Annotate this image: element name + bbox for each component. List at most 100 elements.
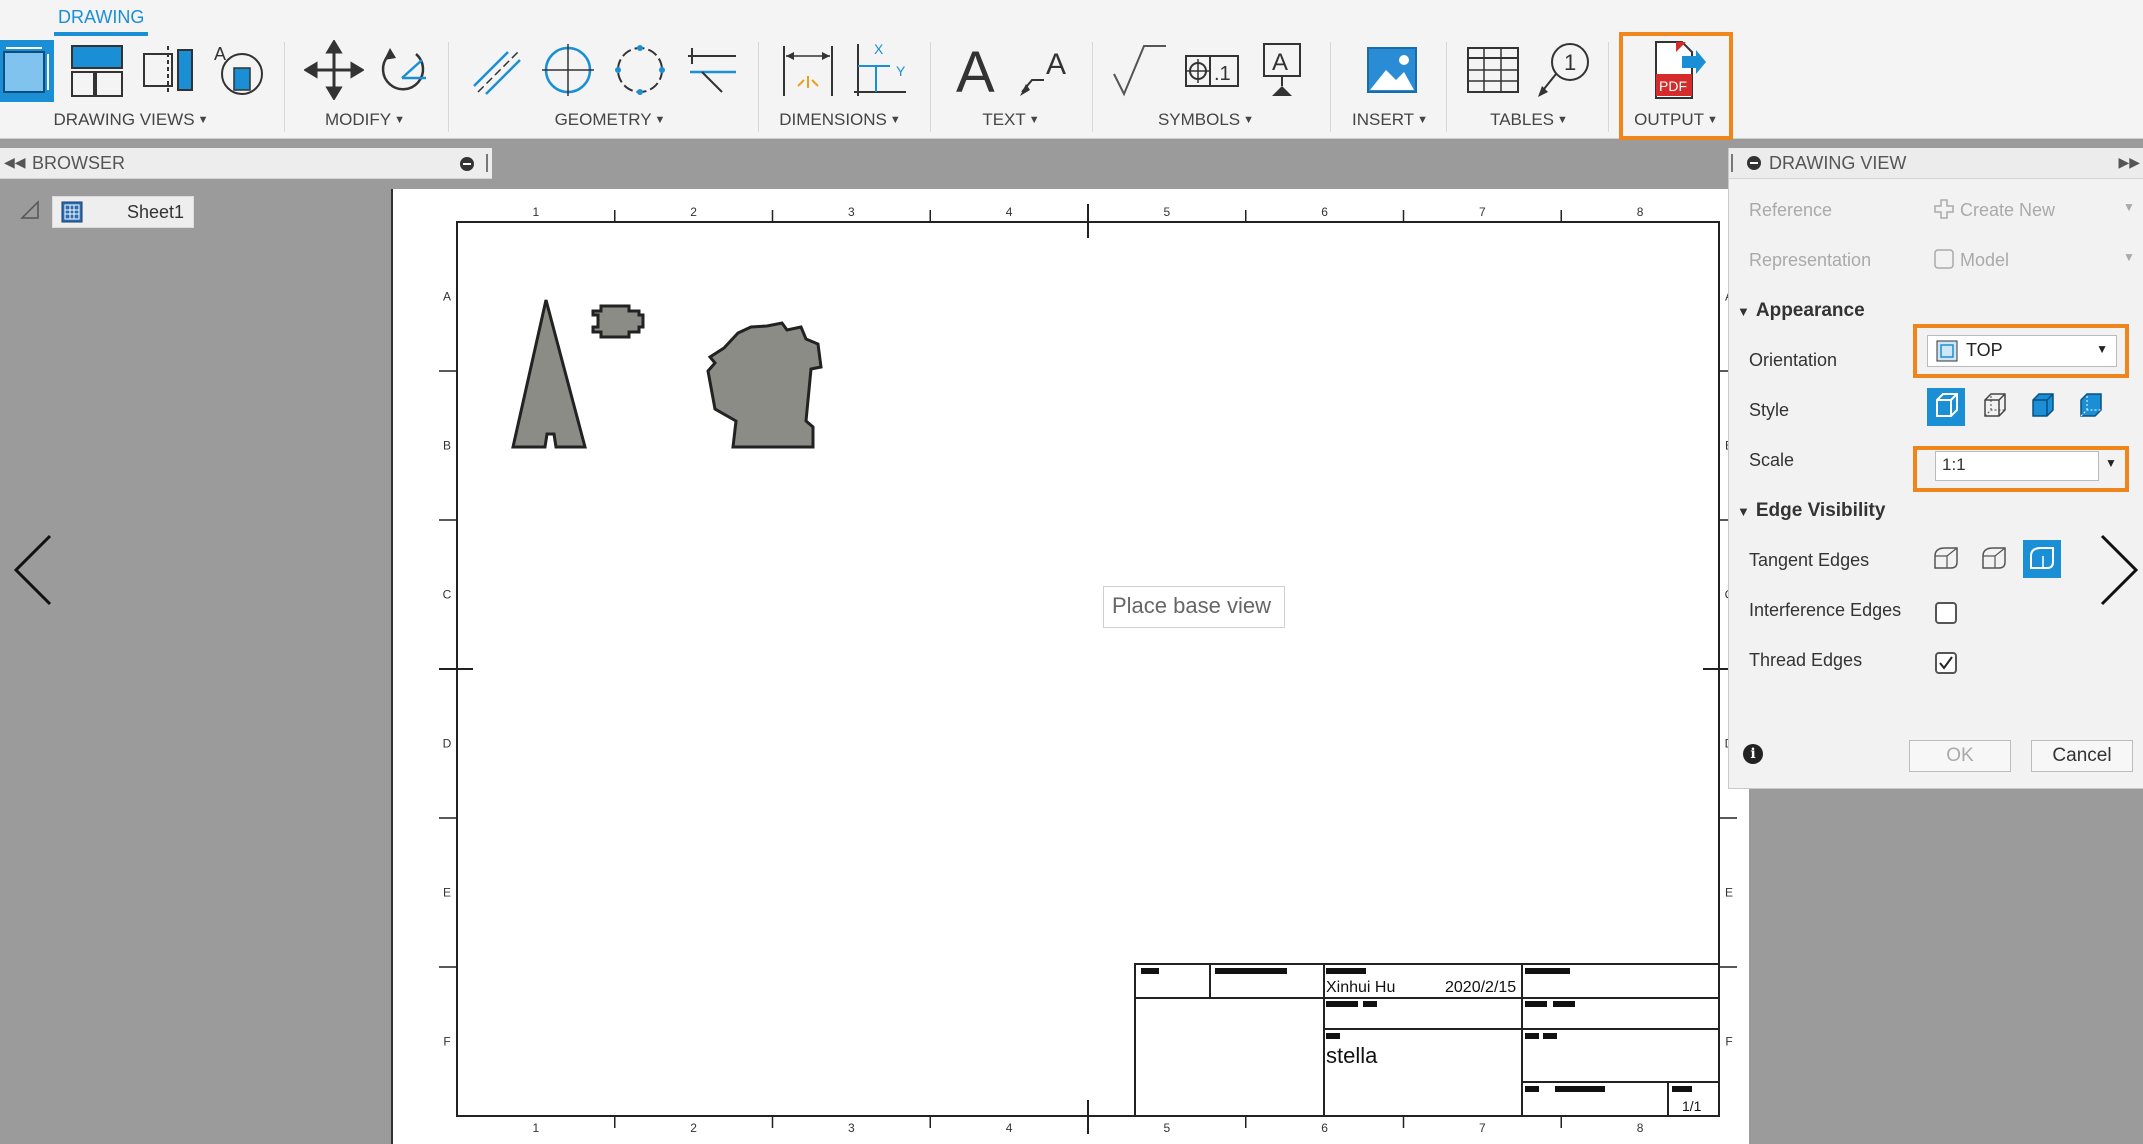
drawing-views-label[interactable]: DRAWING VIEWS ▼ (0, 110, 262, 130)
insert-text: INSERT (1352, 110, 1415, 129)
row-label: D (443, 737, 452, 751)
tangent-edges-full-icon (1982, 547, 2006, 569)
interference-edges-checkbox[interactable] (1935, 602, 1957, 624)
triangle-part[interactable] (511, 299, 587, 449)
pentagon-part[interactable] (706, 321, 823, 449)
edge-visibility-section[interactable]: ▼ Edge Visibility (1737, 500, 1885, 522)
tangent-edges-foreshortened-button[interactable] (2023, 540, 2061, 578)
orientation-label: Orientation (1749, 350, 1838, 370)
chevron-down-icon: ▼ (1243, 114, 1255, 126)
move-icon[interactable] (303, 39, 365, 101)
symbols-label[interactable]: SYMBOLS ▼ (1106, 110, 1306, 130)
row-label: E (1725, 886, 1733, 900)
sheet-chip[interactable]: Sheet1 (52, 196, 194, 228)
datum-identifier-icon[interactable]: A (1252, 40, 1312, 100)
dimensions-label[interactable]: DIMENSIONS ▼ (768, 110, 912, 130)
insert-label[interactable]: INSERT ▼ (1340, 110, 1440, 130)
insert-image-icon[interactable] (1362, 40, 1422, 100)
visible-edges-style-button[interactable] (1927, 388, 1965, 426)
modify-label[interactable]: MODIFY ▼ (296, 110, 434, 130)
reference-label: Reference (1749, 200, 1833, 220)
column-label: 1 (533, 1121, 540, 1135)
leader-text-icon[interactable]: A (1016, 40, 1076, 100)
center-mark-pattern-icon[interactable] (610, 40, 670, 100)
edge-extension-icon[interactable] (682, 40, 742, 100)
info-icon[interactable]: i (1743, 744, 1763, 764)
shaded-hidden-style-button[interactable] (2071, 388, 2109, 426)
shaded-icon (2032, 393, 2054, 417)
chevron-down-icon: ▼ (1028, 114, 1040, 126)
tangent-edges-label: Tangent Edges (1749, 550, 1870, 570)
ribbon-divider (1330, 42, 1331, 132)
tangent-edges-full-button[interactable] (1975, 540, 2013, 578)
feature-control-frame-icon[interactable]: .1 (1182, 40, 1242, 100)
text-icon[interactable]: A (948, 40, 1008, 105)
sheet-icon (61, 201, 83, 223)
column-label: 8 (1637, 205, 1644, 219)
hidden-edges-style-button[interactable] (1975, 388, 2013, 426)
model-icon (1934, 249, 1954, 269)
collapse-right-icon[interactable]: ▶▶ (2118, 154, 2140, 171)
geometry-label[interactable]: GEOMETRY ▼ (460, 110, 760, 130)
next-arrow-icon[interactable] (2086, 530, 2143, 610)
rotate-icon[interactable] (372, 40, 432, 100)
tables-label[interactable]: TABLES ▼ (1456, 110, 1602, 130)
drawing-sheet[interactable]: 1122334455667788 AABBCCDDEEFF (391, 189, 1749, 1144)
drawing-views-text: DRAWING VIEWS (53, 110, 195, 129)
surface-texture-icon[interactable] (1108, 40, 1168, 100)
panel-resize-handle[interactable] (486, 154, 488, 172)
column-label: 3 (848, 205, 855, 219)
row-label: F (1725, 1035, 1732, 1049)
cancel-button[interactable]: Cancel (2031, 740, 2133, 772)
center-mark-icon[interactable] (538, 40, 598, 100)
table-icon[interactable] (1462, 40, 1522, 100)
projected-view-icon[interactable] (68, 40, 128, 100)
balloon-icon[interactable]: 1 (1534, 40, 1594, 100)
ribbon-divider (1446, 42, 1447, 132)
dimensions-group: X Y DIMENSIONS ▼ (768, 34, 912, 138)
tolerance-glyph: .1 (1214, 63, 1231, 85)
minimize-dialog-icon[interactable] (1747, 156, 1761, 170)
base-view-icon[interactable] (0, 40, 54, 102)
ok-button[interactable]: OK (1909, 740, 2011, 772)
orientation-select[interactable]: TOP ▼ (1927, 335, 2117, 367)
column-label: 2 (690, 205, 697, 219)
title-block-author: Xinhui Hu (1326, 979, 1395, 996)
text-label[interactable]: TEXT ▼ (940, 110, 1082, 130)
collapse-left-icon[interactable]: ◀◀ (4, 154, 26, 171)
hidden-edges-icon (1984, 393, 2006, 417)
representation-select: Model ▼ (1933, 248, 2135, 271)
text-group: A A TEXT ▼ (940, 34, 1082, 138)
centerline-icon[interactable] (468, 40, 528, 100)
chevron-down-icon[interactable]: ▼ (2105, 456, 2117, 470)
ribbon-divider (1608, 42, 1609, 132)
shaded-style-button[interactable] (2023, 388, 2061, 426)
balloon-number-glyph: 1 (1564, 50, 1576, 75)
interference-edges-label: Interference Edges (1749, 600, 1902, 620)
appearance-section[interactable]: ▼ Appearance (1737, 300, 1865, 322)
connector-part[interactable] (591, 304, 645, 339)
svg-text:A: A (214, 44, 226, 64)
style-label: Style (1749, 400, 1790, 420)
tangent-edges-off-button[interactable] (1927, 540, 1965, 578)
drawing-canvas[interactable]: 1122334455667788 AABBCCDDEEFF (393, 189, 1749, 1144)
edge-visibility-title: Edge Visibility (1755, 500, 1886, 521)
chevron-down-icon: ▼ (1417, 114, 1428, 126)
chevron-down-icon: ▼ (2123, 250, 2135, 264)
reference-select: Create New ▼ (1933, 198, 2135, 221)
thread-edges-checkbox[interactable] (1935, 652, 1957, 674)
section-view-icon[interactable] (138, 40, 198, 100)
scale-input[interactable]: 1:1 (1935, 451, 2099, 481)
ordinate-dimension-icon[interactable]: X Y (850, 40, 910, 100)
panel-resize-handle[interactable] (1731, 154, 1733, 172)
tab-drawing[interactable]: DRAWING (54, 4, 149, 36)
dialog-title: DRAWING VIEW (1769, 153, 1907, 173)
minimize-panel-icon[interactable] (460, 157, 474, 171)
previous-arrow-icon[interactable] (6, 530, 66, 610)
expand-triangle-icon[interactable] (20, 200, 40, 220)
dimension-icon[interactable] (778, 40, 838, 100)
dimensions-text: DIMENSIONS (779, 110, 887, 129)
detail-view-icon[interactable]: A (208, 40, 268, 100)
x-axis-glyph: X (874, 41, 884, 57)
orientation-value: TOP (1966, 340, 2003, 360)
